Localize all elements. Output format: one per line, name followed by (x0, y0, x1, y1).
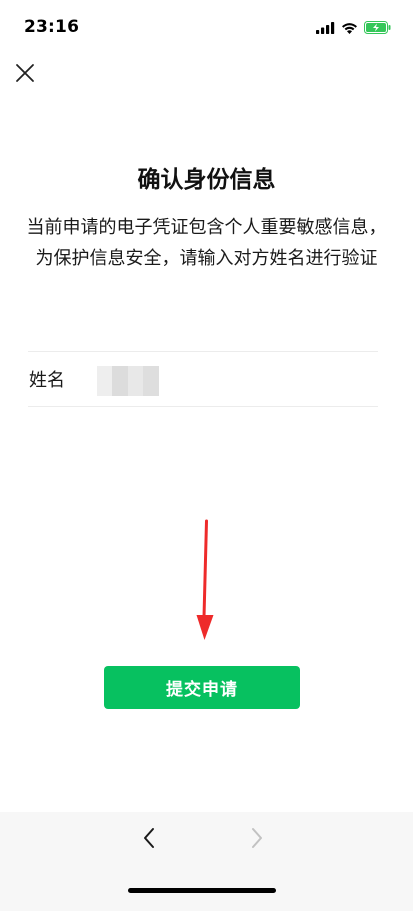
status-bar: 23:16 (0, 0, 413, 54)
home-indicator (128, 888, 276, 893)
bottom-navigation-bar (0, 812, 413, 911)
name-field-value-blurred[interactable] (97, 366, 159, 396)
form-divider-bottom (28, 406, 378, 407)
status-icons (316, 19, 391, 38)
page-description: 当前申请的电子凭证包含个人重要敏感信息，为保护信息安全，请输入对方姓名进行验证 (26, 217, 387, 269)
name-field-label: 姓名 (29, 370, 65, 391)
submit-application-button[interactable]: 提交申请 (104, 666, 300, 709)
page-title: 确认身份信息 (137, 167, 276, 193)
wifi-icon (341, 19, 358, 38)
forward-button[interactable] (246, 826, 268, 854)
close-icon (15, 63, 35, 87)
form-divider-top (28, 351, 378, 352)
status-time: 23:16 (24, 17, 80, 37)
battery-charging-icon (364, 19, 391, 38)
close-button[interactable] (12, 62, 38, 88)
down-arrow-icon (194, 519, 216, 645)
chevron-left-icon (142, 827, 156, 853)
back-button[interactable] (138, 826, 160, 854)
cellular-signal-icon (316, 19, 335, 38)
chevron-right-icon (250, 827, 264, 853)
